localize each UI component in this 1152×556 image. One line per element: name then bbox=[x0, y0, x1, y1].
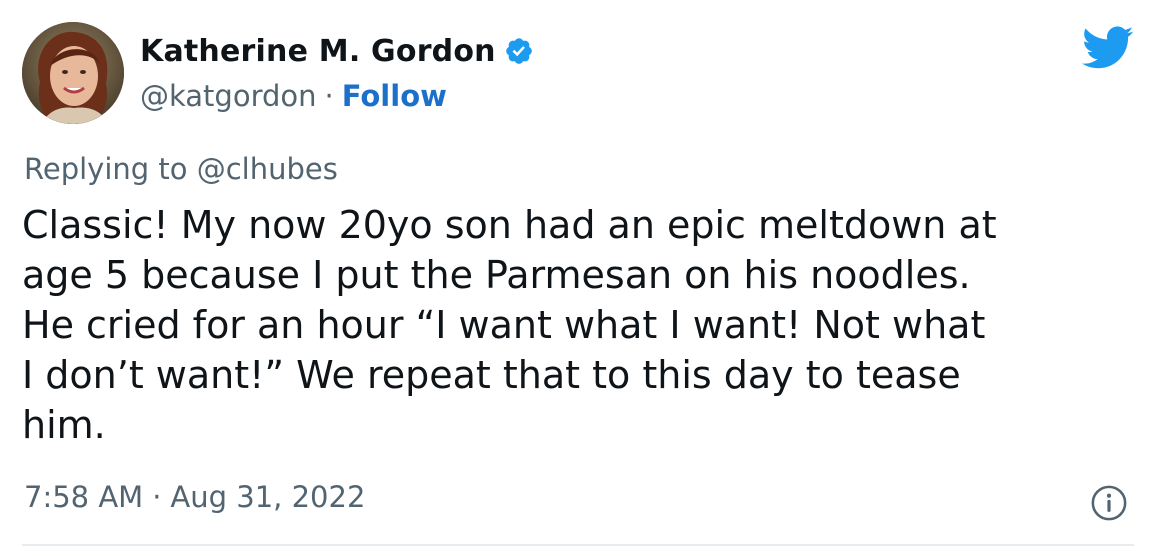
twitter-bird-icon[interactable] bbox=[1082, 26, 1134, 70]
tweet-text: Classic! My now 20yo son had an epic mel… bbox=[22, 200, 1137, 450]
tweet-time: 7:58 AM bbox=[24, 480, 144, 514]
tweet-line: him. bbox=[22, 403, 106, 447]
avatar-image bbox=[22, 22, 124, 124]
follow-button[interactable]: Follow bbox=[342, 79, 447, 113]
tweet-line: Classic! My now 20yo son had an epic mel… bbox=[22, 203, 997, 247]
tweet-line: age 5 because I put the Parmesan on his … bbox=[22, 253, 971, 297]
handle-separator: · bbox=[324, 79, 334, 113]
avatar[interactable] bbox=[22, 22, 124, 124]
reply-mention-link[interactable]: @clhubes bbox=[197, 152, 338, 186]
bottom-divider bbox=[22, 544, 1134, 546]
verified-badge-icon bbox=[505, 38, 532, 64]
reply-context: Replying to @clhubes bbox=[24, 152, 338, 186]
tweet-date: Aug 31, 2022 bbox=[170, 480, 366, 514]
tweet-line: He cried for an hour “I want what I want… bbox=[22, 303, 986, 347]
tweet-line: I don’t want!” We repeat that to this da… bbox=[22, 353, 961, 397]
reply-prefix: Replying to bbox=[24, 152, 188, 186]
author-name-row: Katherine M. Gordon bbox=[140, 30, 534, 72]
info-icon[interactable] bbox=[1090, 484, 1128, 522]
tweet-timestamp[interactable]: 7:58 AM · Aug 31, 2022 bbox=[24, 480, 365, 514]
timestamp-separator: · bbox=[152, 480, 162, 514]
tweet-card: Katherine M. Gordon @katgordon · Follow … bbox=[0, 0, 1152, 556]
author-handle-row: @katgordon · Follow bbox=[140, 76, 447, 116]
author-handle[interactable]: @katgordon bbox=[140, 79, 317, 113]
author-display-name[interactable]: Katherine M. Gordon bbox=[140, 34, 496, 69]
